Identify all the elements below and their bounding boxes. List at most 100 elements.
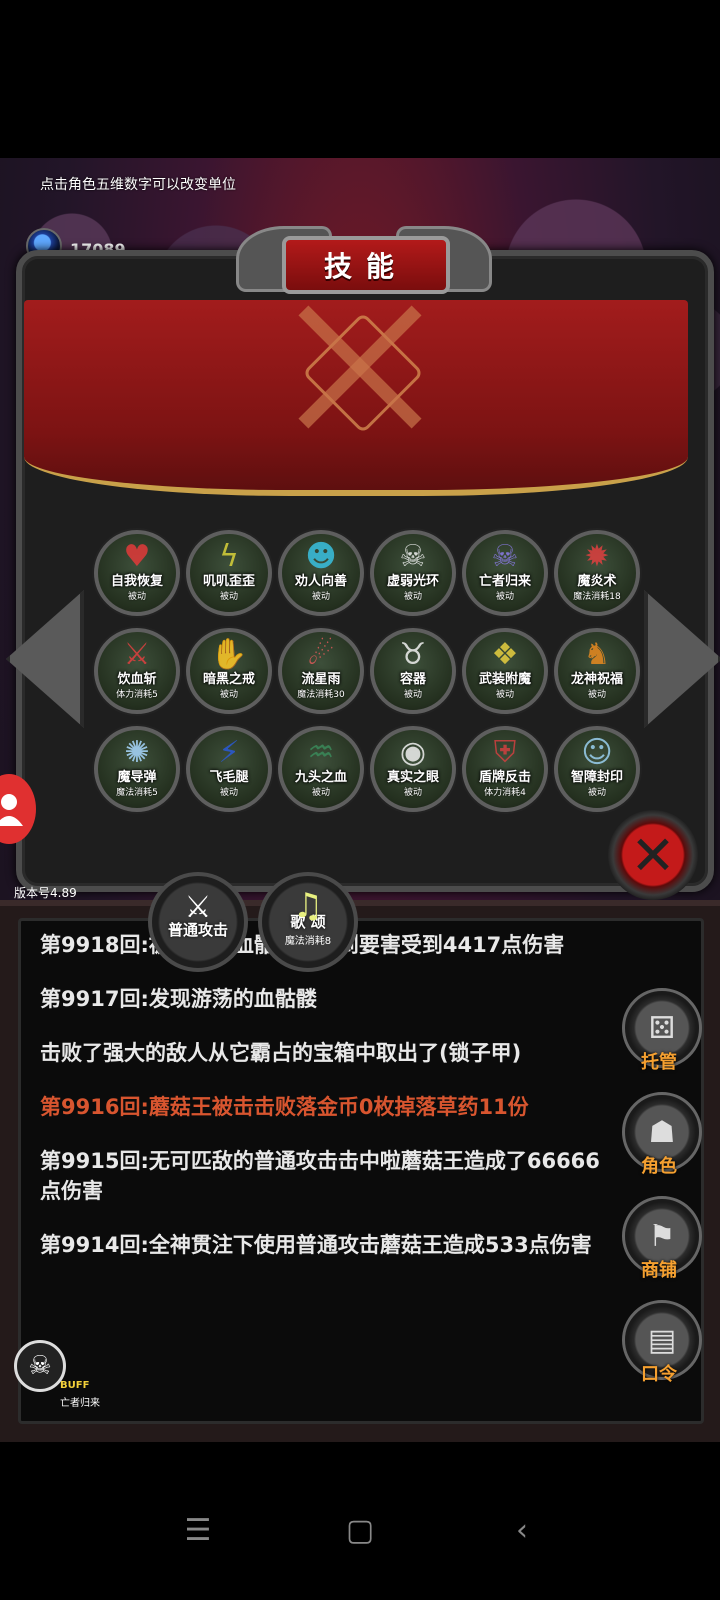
- code-label: 口令: [641, 1364, 677, 1385]
- panel-title: 技能: [282, 236, 450, 294]
- skill-name: 飞毛腿: [209, 770, 249, 785]
- skill-tag: 被动: [403, 690, 422, 700]
- skill-tag: 体力消耗5: [116, 690, 158, 700]
- dice-icon: ⚄: [648, 1010, 676, 1046]
- hand-icon: ✋: [210, 637, 248, 672]
- hydra-icon: ♒: [307, 735, 335, 770]
- skill-ghost[interactable]: ☠ 虚弱光环被动: [370, 530, 456, 616]
- skill-tag: 被动: [311, 788, 330, 798]
- skill-tag: 被动: [127, 592, 146, 602]
- log-entry: 第9915回:无可匹敌的普通攻击击中啦蘑菇王造成了66666点伤害: [40, 1149, 600, 1203]
- log-entry: 第9917回:发现游荡的血骷髅: [40, 987, 317, 1011]
- skill-name: 流星雨: [301, 672, 341, 687]
- scroll-book-icon: ▤: [647, 1322, 677, 1358]
- wings-icon: ❖: [491, 637, 519, 672]
- horned-skull-icon: ♉: [399, 637, 427, 672]
- person-icon: ☻: [305, 539, 337, 574]
- close-button[interactable]: ✕: [608, 810, 698, 900]
- meteor-icon: ☄: [307, 637, 335, 672]
- skill-lightning[interactable]: ϟ 叽叽歪歪被动: [186, 530, 272, 616]
- skill-name: 盾牌反击: [478, 770, 531, 785]
- skill-fire-bird[interactable]: ✹ 魔炎术魔法消耗18: [554, 530, 640, 616]
- skill-name: 亡者归来: [478, 574, 531, 589]
- skill-tag: 被动: [219, 690, 238, 700]
- skill-tag: 被动: [587, 690, 606, 700]
- log-entry: 第9916回:蘑菇王被击击败落金币0枚掉落草药11份: [40, 1095, 529, 1119]
- heart-icon: ♥: [123, 539, 151, 574]
- quick-skill-cost: 魔法消耗8: [284, 936, 332, 947]
- burst-icon: ✺: [124, 735, 150, 770]
- skill-heart[interactable]: ♥ 自我恢复被动: [94, 530, 180, 616]
- skill-tag: 魔法消耗30: [297, 690, 345, 700]
- skill-name: 劝人向善: [294, 574, 347, 589]
- skill-name: 饮血斩: [117, 672, 157, 687]
- skill-person[interactable]: ☻ 劝人向善被动: [278, 530, 364, 616]
- skill-tag: 被动: [495, 592, 514, 602]
- skill-tag: 魔法消耗18: [573, 592, 621, 602]
- skill-tag: 被动: [587, 788, 606, 798]
- fire-bird-icon: ✹: [584, 539, 610, 574]
- buff-skull-icon[interactable]: ☠: [14, 1340, 66, 1392]
- skill-name: 龙神祝福: [570, 672, 623, 687]
- eye-icon: ◉: [399, 735, 427, 770]
- skill-hydra[interactable]: ♒ 九头之血被动: [278, 726, 364, 812]
- normal-attack-button[interactable]: ⚔ 普通攻击: [148, 872, 248, 972]
- close-icon: ✕: [630, 823, 676, 887]
- skill-name: 武装附魔: [478, 672, 531, 687]
- buff-label: BUFF: [60, 1380, 90, 1391]
- demon-skull-icon: ☠: [491, 539, 519, 574]
- skill-shield[interactable]: ⛨ 盾牌反击 体力消耗4: [462, 726, 548, 812]
- back-nav-icon[interactable]: ‹: [492, 1500, 552, 1560]
- skill-tag: 被动: [495, 690, 514, 700]
- skill-burst[interactable]: ✺ 魔导弹魔法消耗5: [94, 726, 180, 812]
- battle-log[interactable]: 第9918回:被暴怒的血骷髅攻击到要害受到4417点伤害 第9917回:发现游荡…: [40, 930, 610, 1284]
- skill-tag: 魔法消耗5: [116, 788, 158, 798]
- skill-hand[interactable]: ✋ 暗黑之戒被动: [186, 628, 272, 714]
- seal-icon: ☺: [581, 735, 613, 770]
- skill-name: 叽叽歪歪: [202, 574, 255, 589]
- dragon-icon: ♞: [583, 637, 611, 672]
- skill-tag: 体力消耗4: [484, 788, 526, 798]
- skill-tag: 被动: [403, 788, 422, 798]
- skill-sword[interactable]: ⚔ 饮血斩体力消耗5: [94, 628, 180, 714]
- home-nav-icon[interactable]: ▢: [330, 1500, 390, 1560]
- skill-tag: 被动: [219, 788, 238, 798]
- auto-label: 托管: [641, 1052, 677, 1073]
- skill-name: 魔炎术: [577, 574, 617, 589]
- lightning-icon: ϟ: [219, 539, 239, 574]
- skill-name: 真实之眼: [386, 770, 439, 785]
- skill-tag: 被动: [403, 592, 422, 602]
- log-entry: 第9914回:全神贯注下使用普通攻击蘑菇王造成533点伤害: [40, 1233, 592, 1257]
- music-note-icon: ♫: [292, 886, 324, 926]
- shop-label: 商铺: [641, 1260, 677, 1281]
- skill-name: 暗黑之戒: [202, 672, 255, 687]
- skill-demon-skull[interactable]: ☠ 亡者归来被动: [462, 530, 548, 616]
- skill-tag: 被动: [219, 592, 238, 602]
- shop-sign-icon: ⚑: [648, 1218, 676, 1254]
- sword-icon: ⚔: [123, 637, 151, 672]
- skill-name: 九头之血: [294, 770, 347, 785]
- version-label: 版本号4.89: [14, 886, 77, 900]
- skill-horned-skull[interactable]: ♉ 容器被动: [370, 628, 456, 714]
- menu-nav-icon[interactable]: ☰: [168, 1500, 228, 1560]
- log-entry: 击败了强大的敌人从它霸占的宝箱中取出了(锁子甲): [40, 1041, 522, 1065]
- skill-wings[interactable]: ❖ 武装附魔被动: [462, 628, 548, 714]
- skill-name: 容器: [399, 672, 426, 687]
- hooded-figure-icon: ☗: [648, 1114, 676, 1150]
- skill-name: 智障封印: [570, 770, 623, 785]
- hint-text: 点击角色五维数字可以改变单位: [40, 177, 236, 193]
- skill-meteor[interactable]: ☄ 流星雨魔法消耗30: [278, 628, 364, 714]
- skill-eye[interactable]: ◉ 真实之眼被动: [370, 726, 456, 812]
- skill-name: 自我恢复: [110, 574, 163, 589]
- praise-skill-button[interactable]: ♫ 歌 颂 魔法消耗8: [258, 872, 358, 972]
- skill-name: 虚弱光环: [386, 574, 439, 589]
- sword-slash-icon: ⚔: [184, 890, 212, 925]
- ghost-icon: ☠: [399, 539, 427, 574]
- skill-seal[interactable]: ☺ 智障封印被动: [554, 726, 640, 812]
- character-label: 角色: [641, 1156, 677, 1177]
- skill-name: 魔导弹: [117, 770, 157, 785]
- runner-icon: ⚡: [218, 735, 240, 770]
- skill-tag: 被动: [311, 592, 330, 602]
- skill-dragon[interactable]: ♞ 龙神祝福被动: [554, 628, 640, 714]
- skill-runner[interactable]: ⚡ 飞毛腿被动: [186, 726, 272, 812]
